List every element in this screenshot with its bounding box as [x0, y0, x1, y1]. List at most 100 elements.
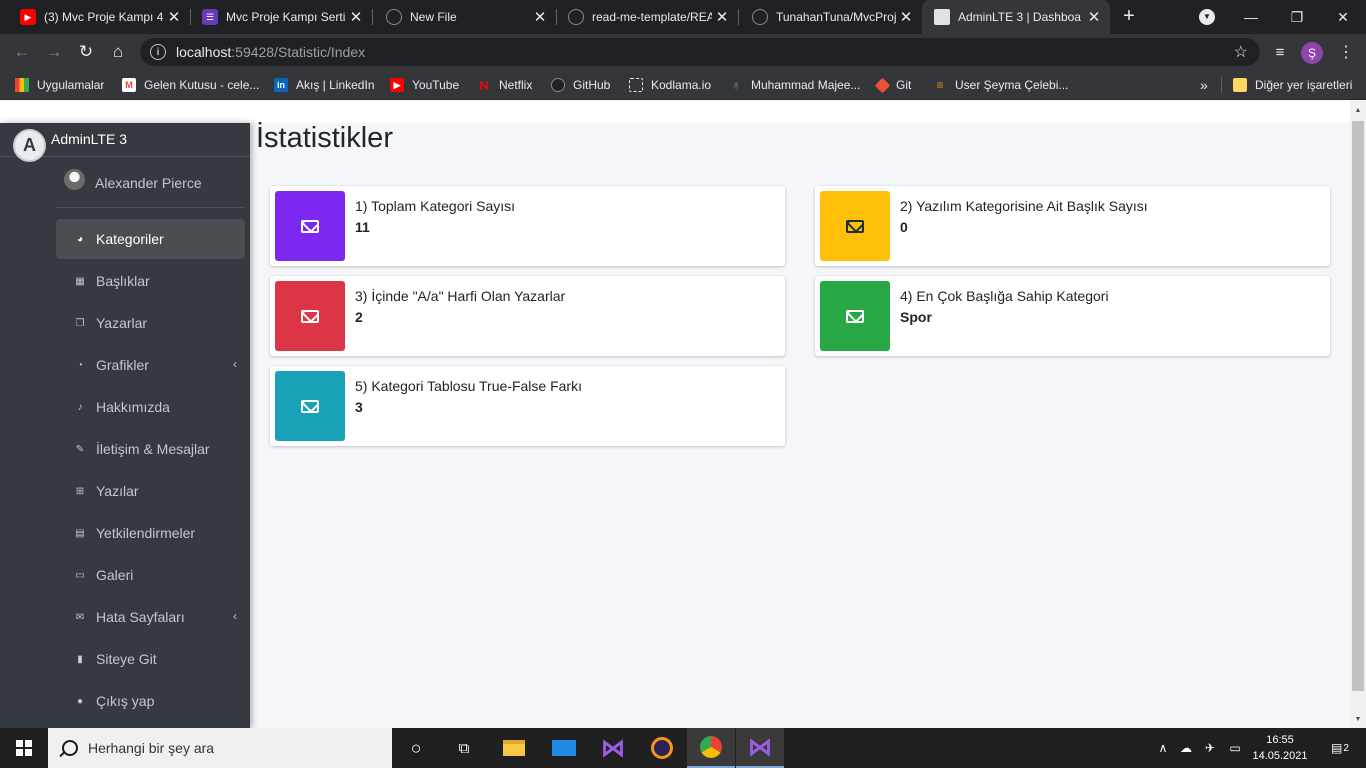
- close-icon[interactable]: ✕: [164, 8, 184, 26]
- bookmark-muhammad[interactable]: ♁ Muhammad Majee...: [729, 70, 860, 100]
- sidebar-item-hakkimizda[interactable]: ♪ Hakkımızda: [56, 387, 245, 427]
- sidebar-item-yazilar[interactable]: ⊞ Yazılar: [56, 471, 245, 511]
- task-view-icon[interactable]: ⧉: [440, 728, 488, 768]
- bookmark-kodlama[interactable]: Kodlama.io: [629, 70, 711, 100]
- search-icon: [62, 740, 78, 756]
- bookmark-linkedin[interactable]: in Akış | LinkedIn: [274, 70, 375, 100]
- windows-logo-icon: [16, 740, 32, 756]
- envelope-icon: ✉: [75, 611, 85, 623]
- brand-link[interactable]: A AdminLTE 3: [0, 123, 250, 162]
- close-icon[interactable]: ✕: [346, 8, 366, 26]
- tab-youtube[interactable]: ▶ (3) Mvc Proje Kampı 4( ✕: [0, 0, 190, 34]
- bookmark-github[interactable]: GitHub: [551, 70, 610, 100]
- envelope-icon: [846, 219, 864, 233]
- sidebar-item-grafikler[interactable]: ◔ Grafikler ‹: [56, 345, 245, 385]
- bookmark-stackoverflow[interactable]: ≡ User Şeyma Çelebi...: [933, 70, 1068, 100]
- eclipse-icon[interactable]: [638, 728, 686, 768]
- kodlama-icon: [629, 78, 643, 92]
- info-box-text: 1) Toplam Kategori Sayısı: [355, 198, 516, 214]
- tab-label: TunahanTuna/MvcProj: [776, 10, 896, 24]
- file-explorer-icon[interactable]: [490, 728, 538, 768]
- avatar: [64, 169, 85, 190]
- close-icon[interactable]: ✕: [712, 8, 732, 26]
- new-tab-button[interactable]: +: [1118, 5, 1140, 27]
- bookmark-git[interactable]: Git: [874, 70, 911, 100]
- page-scrollbar[interactable]: ▲ ▼: [1350, 101, 1366, 728]
- notification-icon[interactable]: ▤ 2: [1322, 728, 1358, 768]
- visual-studio-icon[interactable]: ⋈: [736, 728, 784, 768]
- chrome-icon[interactable]: [687, 728, 735, 768]
- tab-forms[interactable]: ☰ Mvc Proje Kampı Serti ✕: [182, 0, 372, 34]
- sidebar-item-kategoriler[interactable]: ◕ Kategoriler: [56, 219, 245, 259]
- close-icon[interactable]: ✕: [1084, 8, 1104, 26]
- bookmark-gmail[interactable]: M Gelen Kutusu - cele...: [122, 70, 259, 100]
- tab-label: read-me-template/REA: [592, 10, 712, 24]
- bookmark-uygulamalar[interactable]: Uygulamalar: [15, 70, 104, 100]
- back-icon[interactable]: ←: [10, 40, 34, 64]
- bookmarks-bar: Uygulamalar M Gelen Kutusu - cele... in …: [0, 70, 1366, 100]
- user-panel[interactable]: Alexander Pierce: [56, 157, 245, 208]
- close-icon[interactable]: ✕: [896, 8, 916, 26]
- start-button[interactable]: [0, 728, 48, 768]
- bookmark-youtube[interactable]: ▶ YouTube: [390, 70, 459, 100]
- github-icon: [551, 78, 565, 92]
- cortana-icon[interactable]: ○: [392, 728, 440, 768]
- info-box-icon: [275, 191, 345, 261]
- info-box-text: 4) En Çok Başlığa Sahip Kategori: [900, 288, 1109, 304]
- minimize-icon[interactable]: —: [1228, 0, 1274, 34]
- reload-icon[interactable]: ↻: [74, 40, 98, 64]
- mail-icon[interactable]: [540, 728, 588, 768]
- menu-icon[interactable]: ⋮: [1334, 40, 1358, 64]
- profile-avatar[interactable]: Ş: [1301, 42, 1323, 64]
- scroll-down-icon[interactable]: ▼: [1350, 712, 1366, 726]
- user-name[interactable]: Alexander Pierce: [95, 175, 202, 191]
- sidebar-item-siteye-git[interactable]: ▮ Siteye Git: [56, 639, 245, 679]
- taskbar-clock[interactable]: 16:55 14.05.2021: [1250, 732, 1310, 764]
- bookmark-star-icon[interactable]: ☆: [1234, 42, 1248, 62]
- bookmark-other[interactable]: Diğer yer işaretleri: [1233, 70, 1352, 100]
- sidebar-item-galeri[interactable]: ▭ Galeri: [56, 555, 245, 595]
- tab-new-file[interactable]: New File ✕: [366, 0, 556, 34]
- info-box-number: Spor: [900, 309, 932, 325]
- tab-search-icon[interactable]: ▼: [1199, 9, 1215, 25]
- info-icon[interactable]: i: [150, 44, 166, 60]
- info-box-text: 3) İçinde "A/a" Harfi Olan Yazarlar: [355, 288, 566, 304]
- sidebar-item-basliklar[interactable]: ▦ Başlıklar: [56, 261, 245, 301]
- bookmarks-overflow-button[interactable]: »: [1200, 70, 1208, 100]
- tab-mvcproje[interactable]: TunahanTuna/MvcProj ✕: [732, 0, 922, 34]
- window-close-icon[interactable]: ✕: [1320, 0, 1366, 34]
- sidebar-item-yazarlar[interactable]: ❐ Yazarlar: [56, 303, 245, 343]
- home-icon[interactable]: ⌂: [106, 40, 130, 64]
- taskbar-search[interactable]: Herhangi bir şey ara: [48, 728, 392, 768]
- battery-icon[interactable]: ▭: [1224, 728, 1246, 768]
- book-icon: ▮: [77, 653, 83, 665]
- main-sidebar: A AdminLTE 3 Alexander Pierce ◕ Kategori…: [0, 123, 250, 728]
- sidebar-item-iletisim[interactable]: ✎ İletişim & Mesajlar: [56, 429, 245, 469]
- sidebar-item-cikis[interactable]: ● Çıkış yap: [56, 681, 245, 721]
- forward-icon[interactable]: →: [42, 40, 66, 64]
- github-icon: [568, 9, 584, 25]
- close-icon[interactable]: ✕: [530, 8, 550, 26]
- bookmark-netflix[interactable]: N Netflix: [477, 70, 532, 100]
- scroll-up-icon[interactable]: ▲: [1350, 103, 1366, 117]
- linkedin-icon: in: [274, 78, 288, 92]
- cloud-icon[interactable]: ☁: [1176, 728, 1196, 768]
- media-control-icon[interactable]: ≡: [1268, 40, 1292, 64]
- scroll-thumb[interactable]: [1352, 121, 1364, 691]
- info-box: 2) Yazılım Kategorisine Ait Başlık Sayıs…: [815, 186, 1330, 266]
- browser-toolbar: ← → ↻ ⌂ i localhost:59428/Statistic/Inde…: [0, 34, 1366, 70]
- address-bar[interactable]: i localhost:59428/Statistic/Index ☆: [140, 38, 1260, 66]
- show-hidden-icons[interactable]: ∧: [1154, 728, 1172, 768]
- sidebar-item-yetkilendirmeler[interactable]: ▤ Yetkilendirmeler: [56, 513, 245, 553]
- info-box: 5) Kategori Tablosu True-False Farkı 3: [270, 366, 785, 446]
- airplane-icon[interactable]: ✈: [1200, 728, 1220, 768]
- visual-studio-icon[interactable]: ⋈: [589, 728, 637, 768]
- tab-adminlte[interactable]: AdminLTE 3 | Dashboa ✕: [922, 0, 1110, 34]
- restore-icon[interactable]: ❐: [1274, 0, 1320, 34]
- github-icon: [386, 9, 402, 25]
- sidebar-item-hata-sayfalari[interactable]: ✉ Hata Sayfaları ‹: [56, 597, 245, 637]
- info-box: 3) İçinde "A/a" Harfi Olan Yazarlar 2: [270, 276, 785, 356]
- table-icon: ⊞: [75, 485, 85, 497]
- tab-readme-template[interactable]: read-me-template/REA ✕: [548, 0, 738, 34]
- chevron-left-icon: ‹: [233, 609, 237, 623]
